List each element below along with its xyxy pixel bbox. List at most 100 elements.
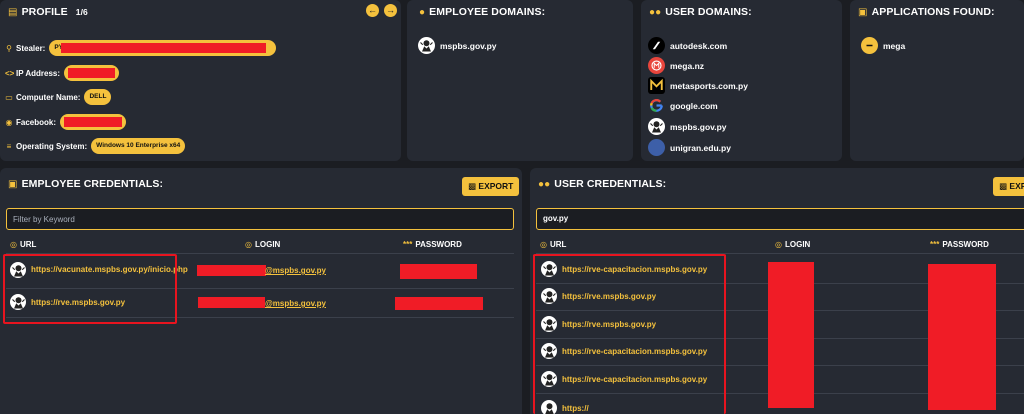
redaction-bar [61, 43, 267, 53]
user-credentials-header: ●● USER CREDENTIALS: [538, 178, 666, 190]
highlight-box [533, 254, 726, 414]
employee-domains-panel: ● EMPLOYEE DOMAINS: mspbs.gov.py [407, 0, 633, 161]
profile-field-os: ≡ Operating System: Windows 10 Enterpris… [5, 138, 186, 154]
password-column-redaction [928, 264, 996, 410]
column-password[interactable]: *** PASSWORD [403, 240, 462, 249]
code-icon: <> [5, 68, 15, 78]
applications-panel: ▣ APPLICATIONS FOUND: mega [850, 0, 1024, 161]
domain-text: mspbs.gov.py [440, 40, 497, 51]
globe-icon: ◎ [540, 240, 547, 249]
facebook-value [60, 114, 127, 130]
users-icon: ●● [649, 7, 662, 18]
server-icon: ≡ [6, 141, 12, 151]
domain-text: autodesk.com [670, 40, 728, 51]
employee-credentials-panel: ▣EMPLOYEE CREDENTIALS: ▩ EXPORT ◎URL ◎LO… [0, 168, 522, 414]
globe-icon: ◎ [10, 240, 17, 249]
login-icon: ◎ [775, 240, 782, 249]
users-icon: ●● [538, 179, 551, 190]
export-button[interactable]: ▩ EXPORT [462, 177, 520, 196]
window-icon: ▣ [858, 7, 868, 18]
login-text[interactable]: @mspbs.gov.py [265, 266, 326, 275]
profile-panel: ▤ PROFILE 1/6 ← → ⚲ Stealer: PY <> IP Addr… [0, 0, 401, 161]
user-domains-title: USER DOMAINS: [665, 6, 752, 18]
password-redaction [395, 297, 483, 310]
user-domains-panel: ●● USER DOMAINS: autodesk.com mega.nz met… [641, 0, 842, 161]
domain-item[interactable]: google.com [648, 97, 718, 114]
profile-field-computer: ▭ Computer Name: DELL [5, 89, 112, 105]
facebook-icon: ◉ [5, 117, 13, 127]
document-icon: ▩ [468, 181, 477, 191]
field-label: Facebook: [16, 117, 57, 127]
login-icon: ◎ [245, 240, 252, 249]
password-icon: *** [403, 240, 413, 249]
mspbs-logo-icon [648, 118, 665, 135]
redaction-bar [64, 117, 123, 127]
profile-field-ip: <> IP Address: [5, 65, 120, 81]
prev-profile-button[interactable]: ← [366, 4, 379, 17]
column-login[interactable]: ◎ LOGIN [245, 240, 280, 249]
filter-input[interactable]: gov.py [536, 208, 1024, 230]
mspbs-logo-icon [418, 37, 435, 54]
domain-text: mspbs.gov.py [670, 121, 727, 132]
id-card-icon: ▤ [8, 7, 18, 18]
user-domains-header: ●● USER DOMAINS: [649, 6, 752, 18]
metasports-logo-icon [648, 77, 665, 94]
profile-field-stealer: ⚲ Stealer: PY [5, 40, 277, 56]
domain-item[interactable]: mspbs.gov.py [648, 118, 727, 135]
employee-credentials-title: EMPLOYEE CREDENTIALS: [21, 178, 164, 190]
column-url[interactable]: ◎ URL [10, 240, 36, 249]
monitor-icon: ▭ [5, 92, 13, 102]
profile-count: 1/6 [75, 7, 88, 17]
ip-value [64, 65, 120, 81]
login-text[interactable]: @mspbs.gov.py [265, 299, 326, 308]
domain-text: mega.nz [670, 60, 705, 71]
domain-text: metasports.com.py [670, 80, 748, 91]
user-icon: ● [419, 7, 426, 18]
column-password[interactable]: *** PASSWORD [930, 240, 989, 249]
password-icon: *** [930, 240, 940, 249]
key-icon: ⚲ [6, 43, 12, 53]
column-login[interactable]: ◎ LOGIN [775, 240, 810, 249]
profile-field-facebook: ◉ Facebook: [5, 114, 127, 130]
briefcase-icon: ▣ [8, 179, 18, 190]
domain-item[interactable]: mega.nz [648, 57, 704, 74]
user-credentials-title: USER CREDENTIALS: [554, 178, 667, 190]
next-profile-button[interactable]: → [384, 4, 397, 17]
domain-text: google.com [670, 100, 718, 111]
password-redaction [400, 264, 477, 279]
computer-value: DELL [84, 89, 112, 105]
os-value: Windows 10 Enterprise x64 [91, 138, 186, 154]
application-text: mega [883, 40, 906, 51]
employee-domains-header: ● EMPLOYEE DOMAINS: [419, 6, 545, 18]
application-item[interactable]: mega [861, 37, 905, 54]
login-redaction [197, 265, 266, 276]
redaction-bar [68, 68, 116, 78]
domain-item[interactable]: mspbs.gov.py [418, 37, 497, 54]
domain-item[interactable]: autodesk.com [648, 37, 727, 54]
unigran-logo-icon [648, 139, 665, 156]
profile-header: ▤ PROFILE 1/6 [8, 6, 88, 18]
employee-domains-title: EMPLOYEE DOMAINS: [429, 6, 546, 18]
stealer-value: PY [49, 40, 277, 56]
profile-title: PROFILE [21, 6, 68, 18]
document-icon: ▩ [999, 181, 1008, 191]
autodesk-logo-icon [648, 37, 665, 54]
login-column-redaction [768, 262, 814, 408]
mega-app-icon [861, 37, 878, 54]
highlight-box [3, 254, 177, 324]
field-label: Operating System: [16, 141, 88, 151]
applications-header: ▣ APPLICATIONS FOUND: [858, 6, 995, 18]
domain-item[interactable]: unigran.edu.py [648, 139, 731, 156]
applications-title: APPLICATIONS FOUND: [871, 6, 995, 18]
export-button[interactable]: ▩ EXPORT [993, 177, 1024, 196]
google-logo-icon [648, 97, 665, 114]
field-label: IP Address: [16, 68, 61, 78]
arrow-left-icon: ← [368, 5, 377, 15]
column-url[interactable]: ◎ URL [540, 240, 566, 249]
arrow-right-icon: → [386, 5, 395, 15]
mega-logo-icon [648, 57, 665, 74]
filter-input[interactable] [6, 208, 514, 230]
domain-text: unigran.edu.py [670, 142, 731, 153]
domain-item[interactable]: metasports.com.py [648, 77, 748, 94]
user-credentials-panel: ●●USER CREDENTIALS: ▩ EXPORT gov.py ◎URL… [530, 168, 1024, 414]
